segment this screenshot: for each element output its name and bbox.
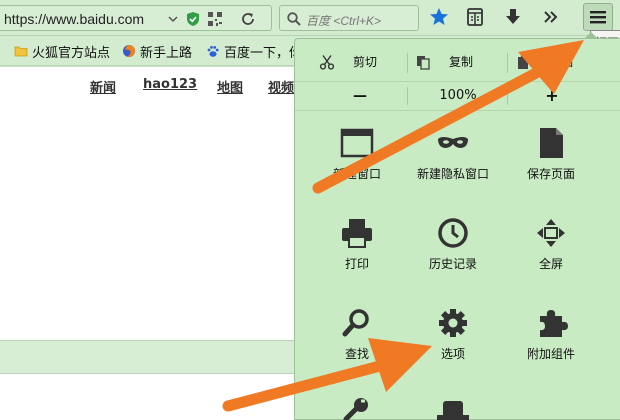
- print-label: 打印: [344, 257, 369, 271]
- zoom-controls: — 100% +: [295, 81, 620, 111]
- separator: [407, 53, 408, 73]
- qr-icon[interactable]: [207, 11, 223, 27]
- folder-icon: [14, 44, 28, 58]
- bookmark-star-icon[interactable]: [428, 6, 450, 28]
- download-icon[interactable]: [502, 6, 524, 28]
- page-green-bar: [0, 340, 300, 374]
- clipboard-icon: [515, 54, 549, 70]
- new-window-button[interactable]: 新建窗口: [307, 127, 407, 207]
- find-label: 查找: [344, 347, 369, 361]
- addons-label: 附加组件: [526, 347, 575, 361]
- search-placeholder[interactable]: 百度 <Ctrl+K>: [306, 12, 381, 29]
- printer-icon: [307, 217, 407, 249]
- mask-icon: [403, 127, 503, 159]
- open-menu-button[interactable]: [583, 3, 613, 31]
- clock-icon: [403, 217, 503, 249]
- overflow-icon[interactable]: [540, 6, 562, 28]
- magnifier-icon: [307, 307, 407, 339]
- print-button[interactable]: 打印: [307, 217, 407, 297]
- bookmark-label: 新手上路: [140, 45, 193, 61]
- new-window-label: 新建窗口: [332, 167, 381, 181]
- zoom-reset-button[interactable]: 100%: [423, 88, 493, 103]
- nav-link-news[interactable]: 新闻: [90, 77, 116, 96]
- save-page-icon: [501, 127, 601, 159]
- wrench-icon[interactable]: [341, 397, 371, 420]
- shield-icon[interactable]: [185, 11, 201, 27]
- cut-label: 剪切: [353, 55, 378, 69]
- nav-link-hao123[interactable]: hao123: [143, 77, 197, 92]
- firefox-icon: [122, 44, 136, 58]
- paste-button[interactable]: 粘贴: [515, 53, 573, 70]
- baidu-paw-icon: [206, 44, 220, 58]
- zoom-in-button[interactable]: +: [537, 86, 567, 105]
- new-private-window-button[interactable]: 新建隐私窗口: [403, 127, 503, 207]
- nav-link-map[interactable]: 地图: [217, 77, 243, 96]
- puzzle-icon: [501, 307, 601, 339]
- fullscreen-icon: [501, 217, 601, 249]
- addons-button[interactable]: 附加组件: [501, 307, 601, 387]
- window-icon: [307, 127, 407, 159]
- fullscreen-button[interactable]: 全屏: [501, 217, 601, 297]
- dropdown-icon[interactable]: [165, 11, 181, 27]
- bookmark-item[interactable]: 新手上路: [122, 42, 193, 61]
- save-page-button[interactable]: 保存页面: [501, 127, 601, 207]
- copy-icon: [415, 54, 449, 70]
- separator: [407, 87, 408, 105]
- copy-label: 复制: [449, 55, 474, 69]
- bookmark-label: 火狐官方站点: [32, 45, 111, 61]
- paste-label: 粘贴: [549, 55, 574, 69]
- url-bar[interactable]: https://www.baidu.com: [0, 5, 272, 31]
- options-button[interactable]: 选项: [403, 307, 503, 387]
- main-menu-panel: 剪切 复制 粘贴 — 100% + 新建窗口 新建隐私窗口 保存页面 打印 历史…: [294, 38, 620, 420]
- search-icon[interactable]: [286, 11, 302, 27]
- hamburger-menu-icon: [589, 8, 607, 26]
- separator: [507, 87, 508, 105]
- bookmark-item[interactable]: 火狐官方站点: [14, 42, 111, 61]
- nav-link-video[interactable]: 视频: [268, 77, 294, 96]
- options-label: 选项: [440, 347, 465, 361]
- history-label: 历史记录: [428, 257, 477, 271]
- scissors-icon: [319, 54, 353, 70]
- copy-button[interactable]: 复制: [415, 53, 473, 70]
- history-button[interactable]: 历史记录: [403, 217, 503, 297]
- hat-icon[interactable]: [435, 399, 471, 420]
- navigation-toolbar: https://www.baidu.com 百度 <Ctrl+K>: [0, 0, 620, 36]
- url-text[interactable]: https://www.baidu.com: [4, 11, 144, 27]
- search-bar[interactable]: 百度 <Ctrl+K>: [279, 5, 419, 31]
- gear-icon: [403, 307, 503, 339]
- save-page-label: 保存页面: [526, 167, 575, 181]
- edit-controls: 剪切 复制 粘贴: [295, 45, 620, 79]
- find-button[interactable]: 查找: [307, 307, 407, 387]
- zoom-out-button[interactable]: —: [345, 88, 375, 104]
- reload-icon[interactable]: [240, 11, 256, 27]
- reading-list-icon[interactable]: [464, 6, 486, 28]
- new-private-window-label: 新建隐私窗口: [416, 167, 489, 181]
- cut-button[interactable]: 剪切: [319, 53, 377, 70]
- fullscreen-label: 全屏: [538, 257, 563, 271]
- separator: [507, 53, 508, 73]
